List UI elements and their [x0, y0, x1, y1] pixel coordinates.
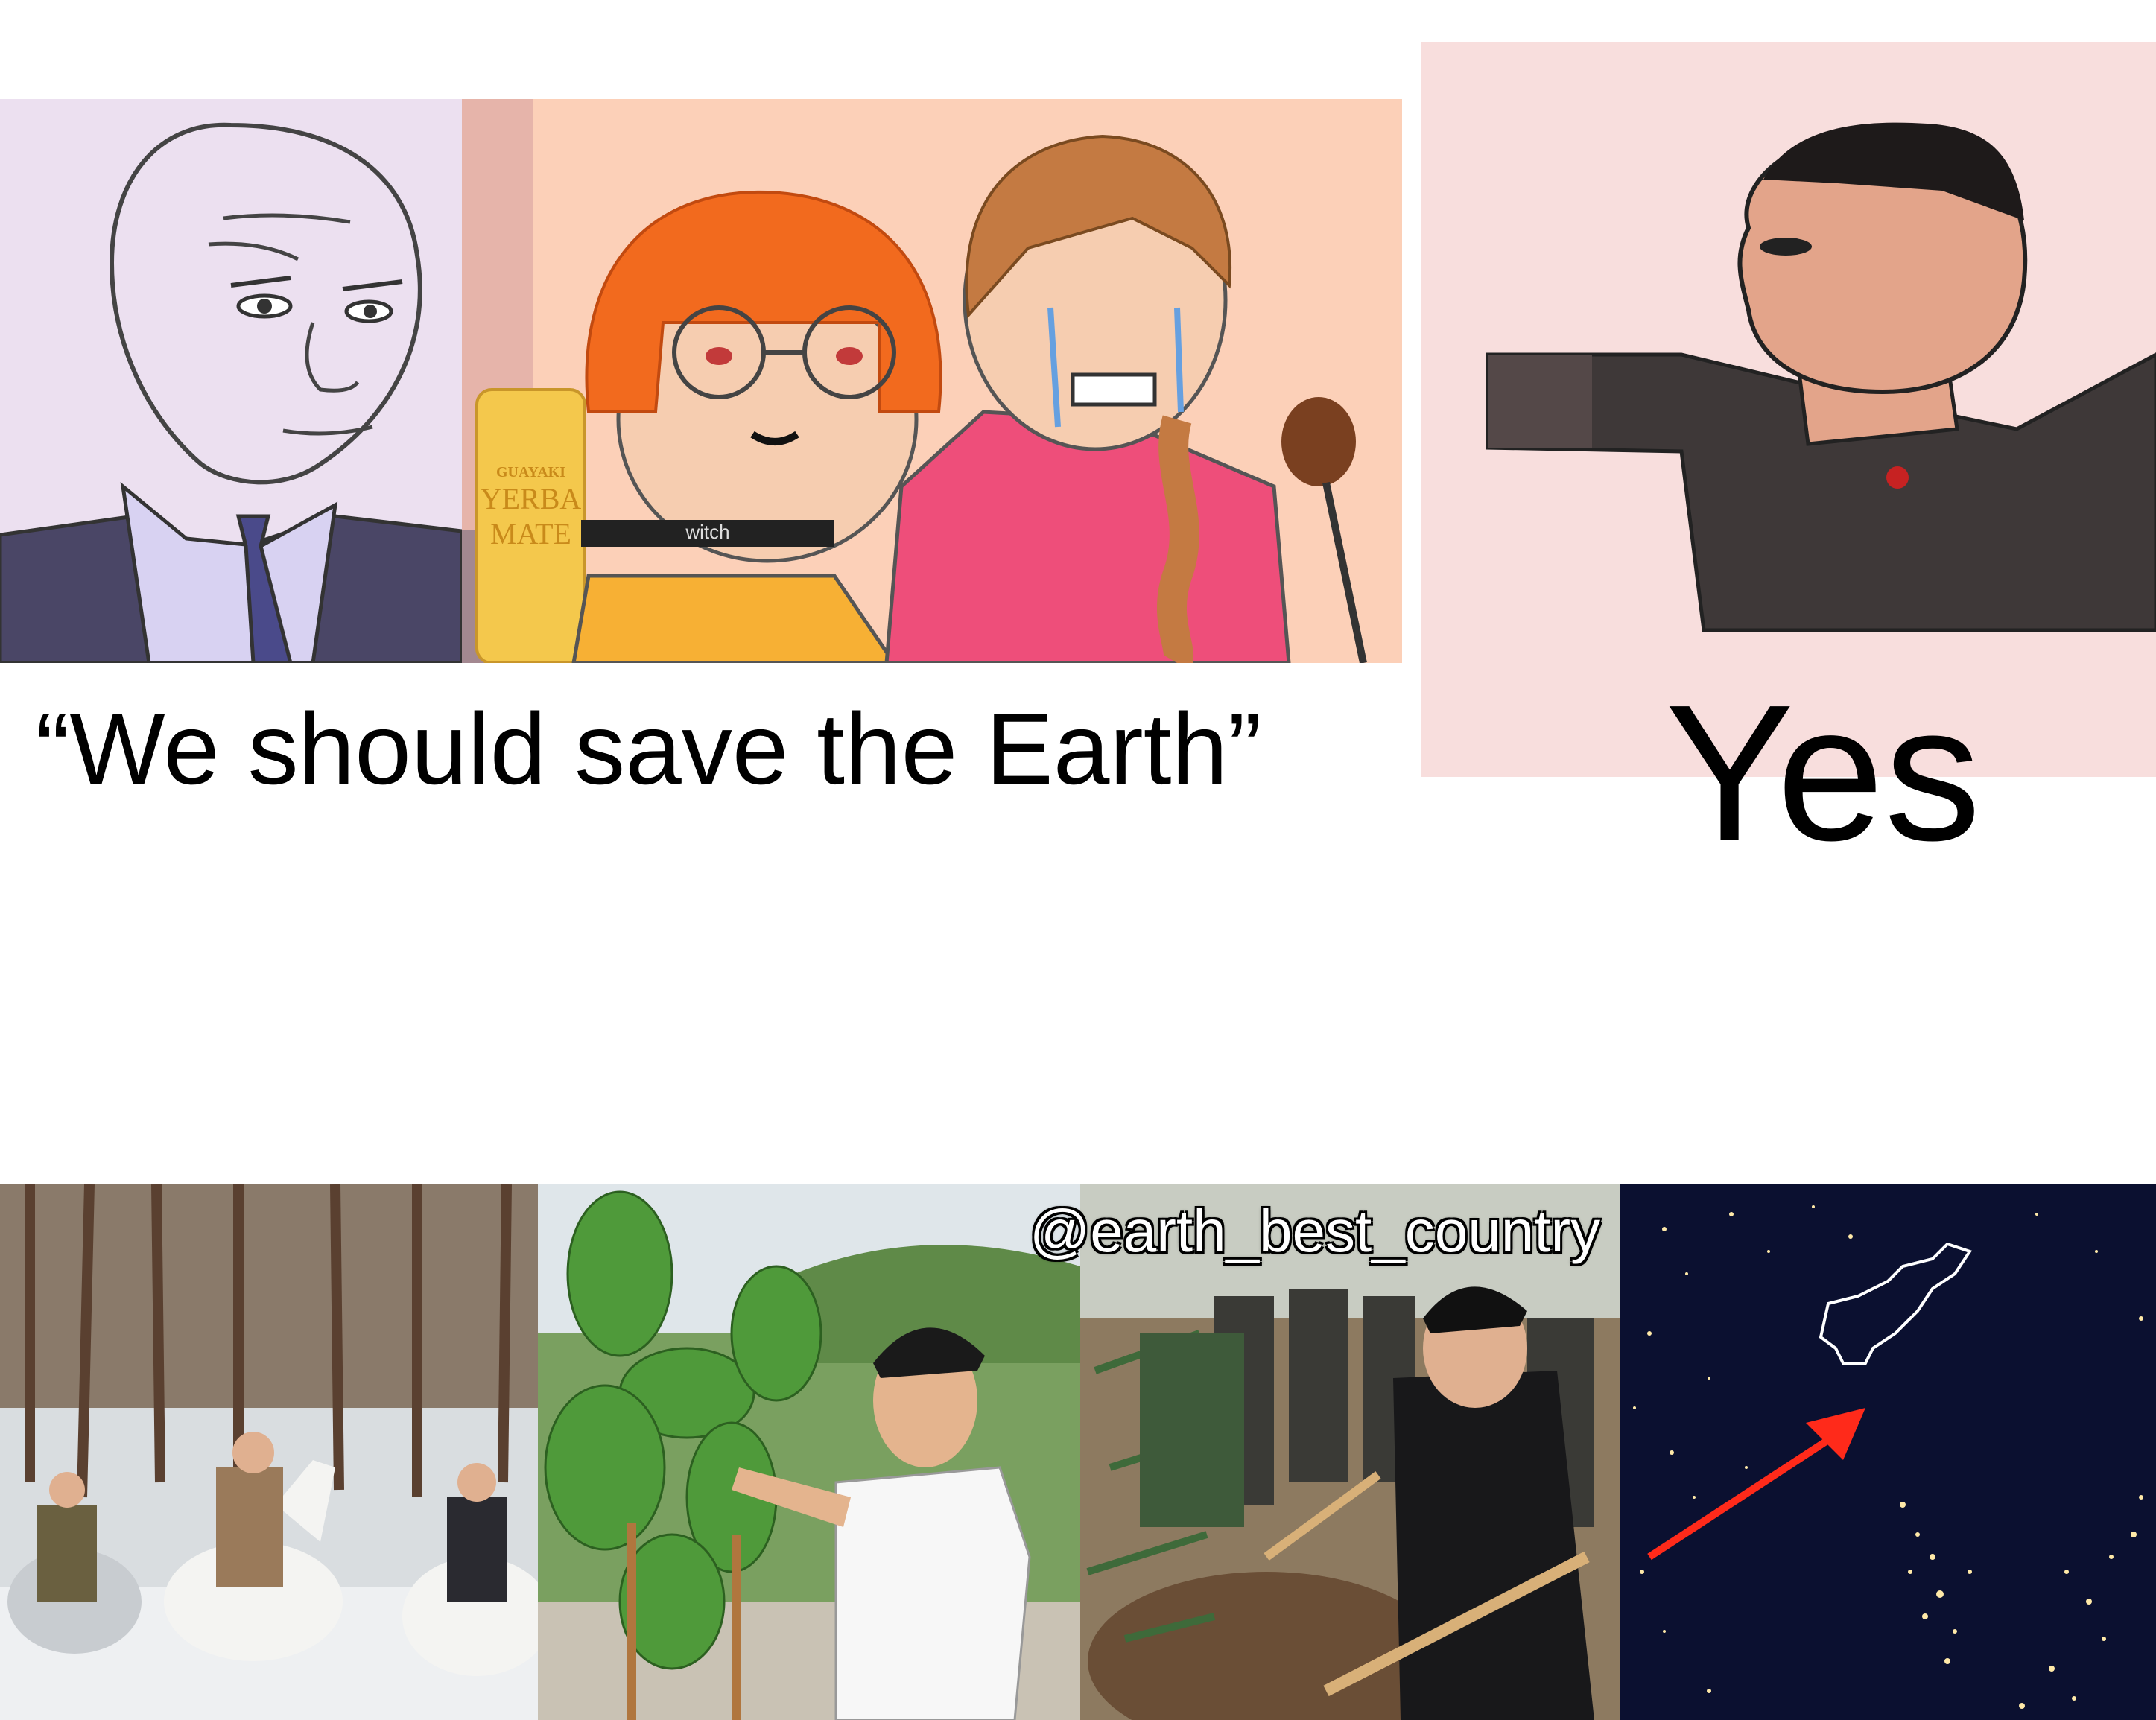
can-mate-text: MATE	[490, 517, 571, 550]
night-satellite-map	[1620, 1184, 2156, 1720]
watermark: @earth_best_country	[1030, 1198, 1601, 1264]
can-label: GUAYAKI YERBA MATE	[477, 464, 585, 551]
left-caption: “We should save the Earth”	[36, 692, 1262, 805]
snow-horses-photo	[0, 1184, 538, 1720]
wojak-drawing	[0, 99, 462, 663]
yes-caption: Yes	[1665, 665, 1982, 881]
can-brand-text: GUAYAKI	[496, 464, 565, 480]
photo-horses	[0, 1184, 538, 1720]
girls-drawing	[462, 99, 1402, 663]
can-yerba-text: YERBA	[480, 482, 582, 515]
photo-night-map	[1620, 1184, 2156, 1720]
plant-inspection-photo	[538, 1184, 1080, 1720]
choker-text: witch	[685, 521, 730, 543]
photo-plant	[538, 1184, 1080, 1720]
girls-panel: GUAYAKI YERBA MATE witch	[462, 99, 1402, 663]
wojak-panel	[0, 99, 462, 663]
